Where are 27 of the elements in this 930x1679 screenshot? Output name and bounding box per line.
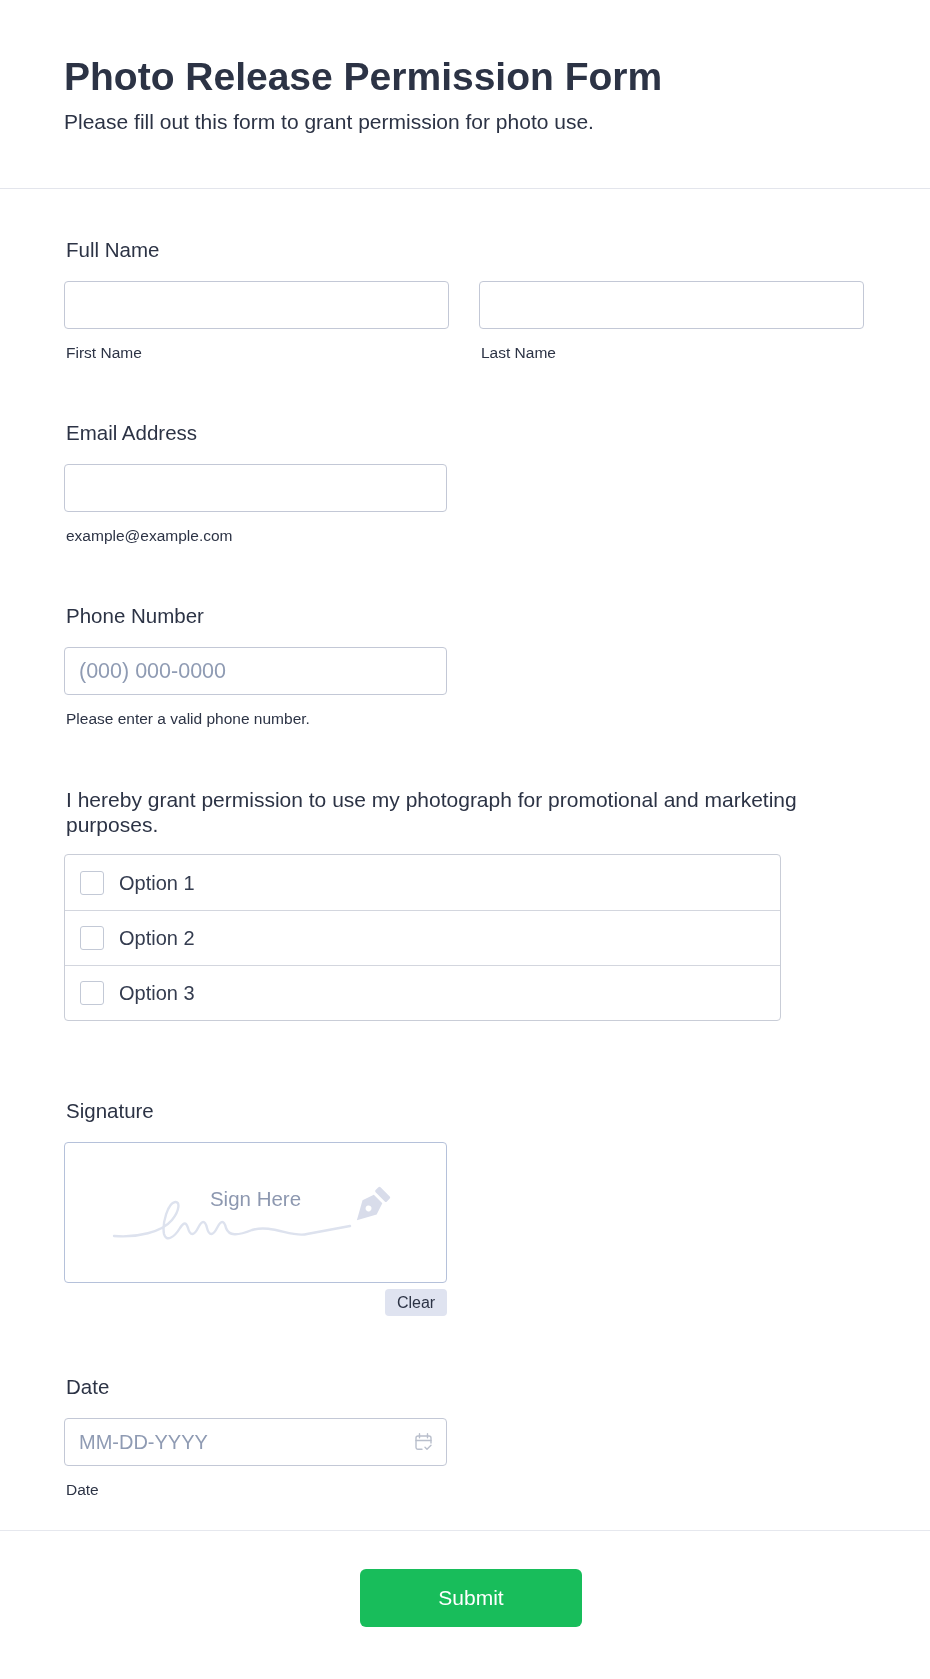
field-label: Email Address bbox=[65, 421, 198, 445]
question-label: I hereby grant permission to use my photograph for promotional and marketing purposes. bbox=[65, 787, 798, 837]
option-label[interactable]: Option 1 bbox=[119, 870, 195, 895]
checkbox[interactable] bbox=[80, 981, 104, 1005]
field-label: Phone Number bbox=[65, 604, 204, 628]
field-sublabel: example@example.com bbox=[65, 527, 233, 545]
text-field[interactable] bbox=[64, 281, 449, 329]
calendar-icon bbox=[415, 1433, 432, 1451]
text-field[interactable] bbox=[479, 281, 864, 329]
text-field[interactable]: (000) 000-0000 bbox=[64, 647, 447, 695]
field-label: Date bbox=[65, 1375, 110, 1399]
option-label[interactable]: Option 2 bbox=[119, 926, 195, 950]
clear-button[interactable]: Clear bbox=[385, 1289, 447, 1316]
field-sublabel: First Name bbox=[65, 344, 142, 362]
text-field[interactable] bbox=[64, 464, 447, 512]
field-sublabel: Date bbox=[65, 1481, 99, 1499]
checkbox[interactable] bbox=[80, 870, 104, 895]
field-sublabel: Last Name bbox=[480, 344, 556, 362]
form-description: Please fill out this form to grant permission for photo use. bbox=[64, 109, 594, 135]
checkbox[interactable] bbox=[80, 926, 104, 950]
form-title: Photo Release Permission Form bbox=[64, 54, 663, 100]
field-label: Full Name bbox=[65, 238, 160, 262]
field-sublabel: Please enter a valid phone number. bbox=[65, 710, 310, 728]
option-label[interactable]: Option 3 bbox=[119, 981, 195, 1005]
date-field[interactable]: MM-DD-YYYY bbox=[64, 1418, 447, 1466]
field-label: Signature bbox=[65, 1099, 154, 1123]
signature-placeholder: Sign Here bbox=[209, 1187, 302, 1211]
